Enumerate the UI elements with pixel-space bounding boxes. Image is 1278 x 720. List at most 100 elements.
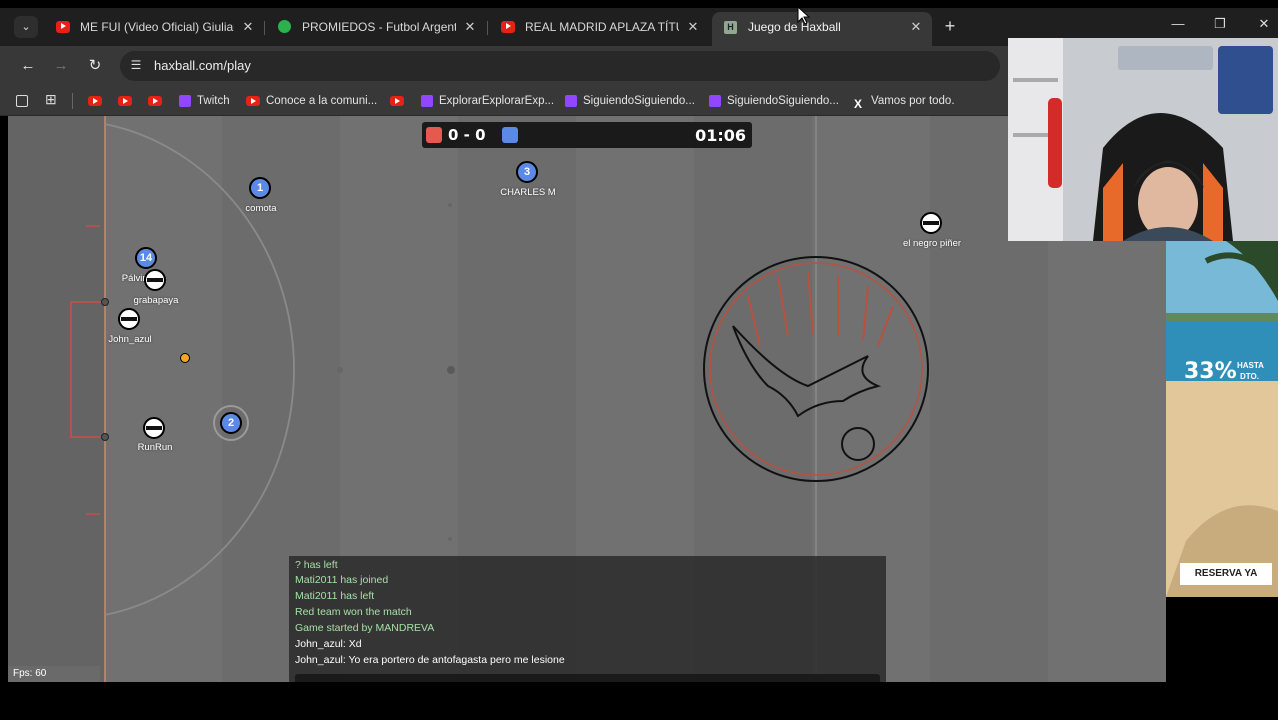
bookmark-twitch[interactable]: Twitch xyxy=(179,93,230,109)
close-icon[interactable]: ✕ xyxy=(685,12,701,42)
ad-hasta: HASTA xyxy=(1237,361,1264,370)
bookmark-label: Twitch xyxy=(197,95,230,107)
tab-search-button[interactable]: ⌄ xyxy=(14,16,38,38)
fps-counter: Fps: 60 xyxy=(8,666,100,682)
blank-overlay-area xyxy=(1166,597,1278,682)
tab-title: PROMIEDOS - Futbol Argentino xyxy=(302,20,456,34)
youtube-icon xyxy=(501,21,515,33)
bookmark-youtube-3[interactable] xyxy=(148,93,168,109)
webcam-image xyxy=(1008,38,1278,241)
chat-input[interactable] xyxy=(295,674,880,682)
bookmark-label: SiguiendoSiguiendo... xyxy=(583,95,695,107)
chat-line: John_azul: Xd xyxy=(295,638,362,650)
bookmark-separator xyxy=(72,93,73,109)
player-name: el negro piñer xyxy=(902,238,962,249)
player-name: grabapaya xyxy=(133,295,179,306)
new-tab-button[interactable]: + xyxy=(940,16,960,38)
tab-youtube-me-fui[interactable]: ME FUI (Video Oficial) Giuliano ✕ xyxy=(44,12,264,42)
player-name: CHARLES M xyxy=(500,187,556,198)
chat-line: Game started by MANDREVA xyxy=(295,622,435,634)
player-disc xyxy=(118,308,140,330)
youtube-icon xyxy=(246,95,260,106)
twitch-icon xyxy=(565,94,577,107)
bookmark-youtube-1[interactable] xyxy=(88,93,108,109)
chat-line: Red team won the match xyxy=(295,606,412,618)
bookmark-label: SiguiendoSiguiendo... xyxy=(727,95,839,107)
forward-arrow-icon[interactable]: → xyxy=(50,56,72,76)
minimize-icon[interactable]: — xyxy=(1168,16,1188,31)
promiedos-icon xyxy=(278,20,291,33)
player-disc: 1 xyxy=(249,177,271,199)
ad-percent: 33% xyxy=(1184,359,1237,384)
tab-real-madrid[interactable]: REAL MADRID APLAZA TÍTULO ✕ xyxy=(489,12,709,42)
bookmark-label: Conoce a la comuni... xyxy=(266,95,378,107)
player-disc-self: 2 xyxy=(220,412,242,434)
twitch-icon xyxy=(709,94,721,107)
twitch-icon xyxy=(421,94,433,107)
tab-promiedos[interactable]: PROMIEDOS - Futbol Argentino ✕ xyxy=(266,12,486,42)
reload-icon[interactable]: ↻ xyxy=(84,56,106,76)
bookmark-youtube-4[interactable] xyxy=(390,93,410,109)
youtube-icon xyxy=(56,21,70,33)
scoreboard: 0 - 0 01:06 xyxy=(422,122,752,148)
score-text: 0 - 0 xyxy=(448,126,486,144)
close-icon[interactable]: ✕ xyxy=(462,12,478,42)
ad-reserva-button[interactable]: RESERVA YA xyxy=(1180,563,1272,585)
bookmark-conoce[interactable]: Conoce a la comuni... xyxy=(246,93,377,109)
youtube-icon xyxy=(390,95,404,106)
window-close-icon[interactable]: ✕ xyxy=(1254,16,1274,32)
back-arrow-icon[interactable]: ← xyxy=(17,56,39,76)
restore-icon[interactable]: ❐ xyxy=(1210,16,1230,32)
close-icon[interactable]: ✕ xyxy=(240,12,256,42)
tab-title: Juego de Haxball xyxy=(748,20,841,34)
tab-title: ME FUI (Video Oficial) Giuliano xyxy=(80,20,234,34)
chat-line: Mati2011 has left xyxy=(295,590,375,602)
match-timer: 01:06 xyxy=(695,126,746,145)
bookmark-app-icon[interactable] xyxy=(16,95,28,107)
bookmark-x[interactable]: X Vamos por todo. xyxy=(851,93,955,111)
player-name: John_azul xyxy=(108,334,152,345)
bookmark-explorar[interactable]: ExplorarExplorarExp... xyxy=(421,93,554,109)
close-icon[interactable]: ✕ xyxy=(908,12,924,42)
ball xyxy=(180,353,190,363)
mouse-cursor-icon xyxy=(797,6,811,25)
chat-line: Mati2011 has joined xyxy=(295,574,389,586)
bookmark-youtube-2[interactable] xyxy=(118,93,138,109)
player-disc xyxy=(143,417,165,439)
site-info-icon[interactable]: ☰ xyxy=(128,58,144,74)
chat-panel: ? has left Mati2011 has joined Mati2011 … xyxy=(289,556,886,682)
player-disc xyxy=(144,269,166,291)
twitch-icon xyxy=(179,94,191,107)
bookmark-label: ExplorarExplorarExp... xyxy=(439,95,555,107)
haxball-field[interactable]: 0 - 0 01:06 1 comota 3 CHARLES M 14 Pálv… xyxy=(8,116,1166,682)
x-icon: X xyxy=(853,96,862,111)
screen: ⌄ ME FUI (Video Oficial) Giuliano ✕ PROM… xyxy=(0,0,1278,720)
bookmarks-bar: ⊞ Twitch Conoce a la comuni... ExplorarE… xyxy=(0,86,1010,116)
red-team-square xyxy=(426,127,442,143)
youtube-icon xyxy=(118,95,132,106)
chat-line: ? has left xyxy=(295,559,338,571)
tab-separator xyxy=(487,21,488,35)
haxball-icon: H xyxy=(724,21,737,34)
apps-grid-icon[interactable]: ⊞ xyxy=(45,91,57,107)
player-disc: 3 xyxy=(516,161,538,183)
player-disc: 14 xyxy=(135,247,157,269)
bookmark-siguiendo-1[interactable]: SiguiendoSiguiendo... xyxy=(565,93,695,109)
tab-separator xyxy=(264,21,265,35)
player-name: comota xyxy=(245,203,277,214)
tab-title: REAL MADRID APLAZA TÍTULO xyxy=(525,20,679,34)
beach-ad[interactable]: 33% HASTA DTO. RESERVA YA xyxy=(1166,241,1278,597)
streamer-webcam xyxy=(1008,38,1278,241)
browser-toolbar: ← → ↻ ☰ haxball.com/play xyxy=(0,46,1010,86)
bookmark-label: Vamos por todo. xyxy=(871,95,955,107)
player-disc xyxy=(920,212,942,234)
player-name: RunRun xyxy=(137,442,173,453)
blue-team-square xyxy=(502,127,518,143)
bookmark-siguiendo-2[interactable]: SiguiendoSiguiendo... xyxy=(709,93,839,109)
ad-beach-image xyxy=(1166,241,1278,597)
ad-dto: DTO. xyxy=(1240,372,1259,381)
address-bar[interactable]: ☰ haxball.com/play xyxy=(120,51,1000,81)
url-text: haxball.com/play xyxy=(154,58,251,73)
tab-haxball[interactable]: H Juego de Haxball ✕ xyxy=(712,12,932,46)
chat-line: John_azul: Yo era portero de antofagasta… xyxy=(295,654,565,666)
